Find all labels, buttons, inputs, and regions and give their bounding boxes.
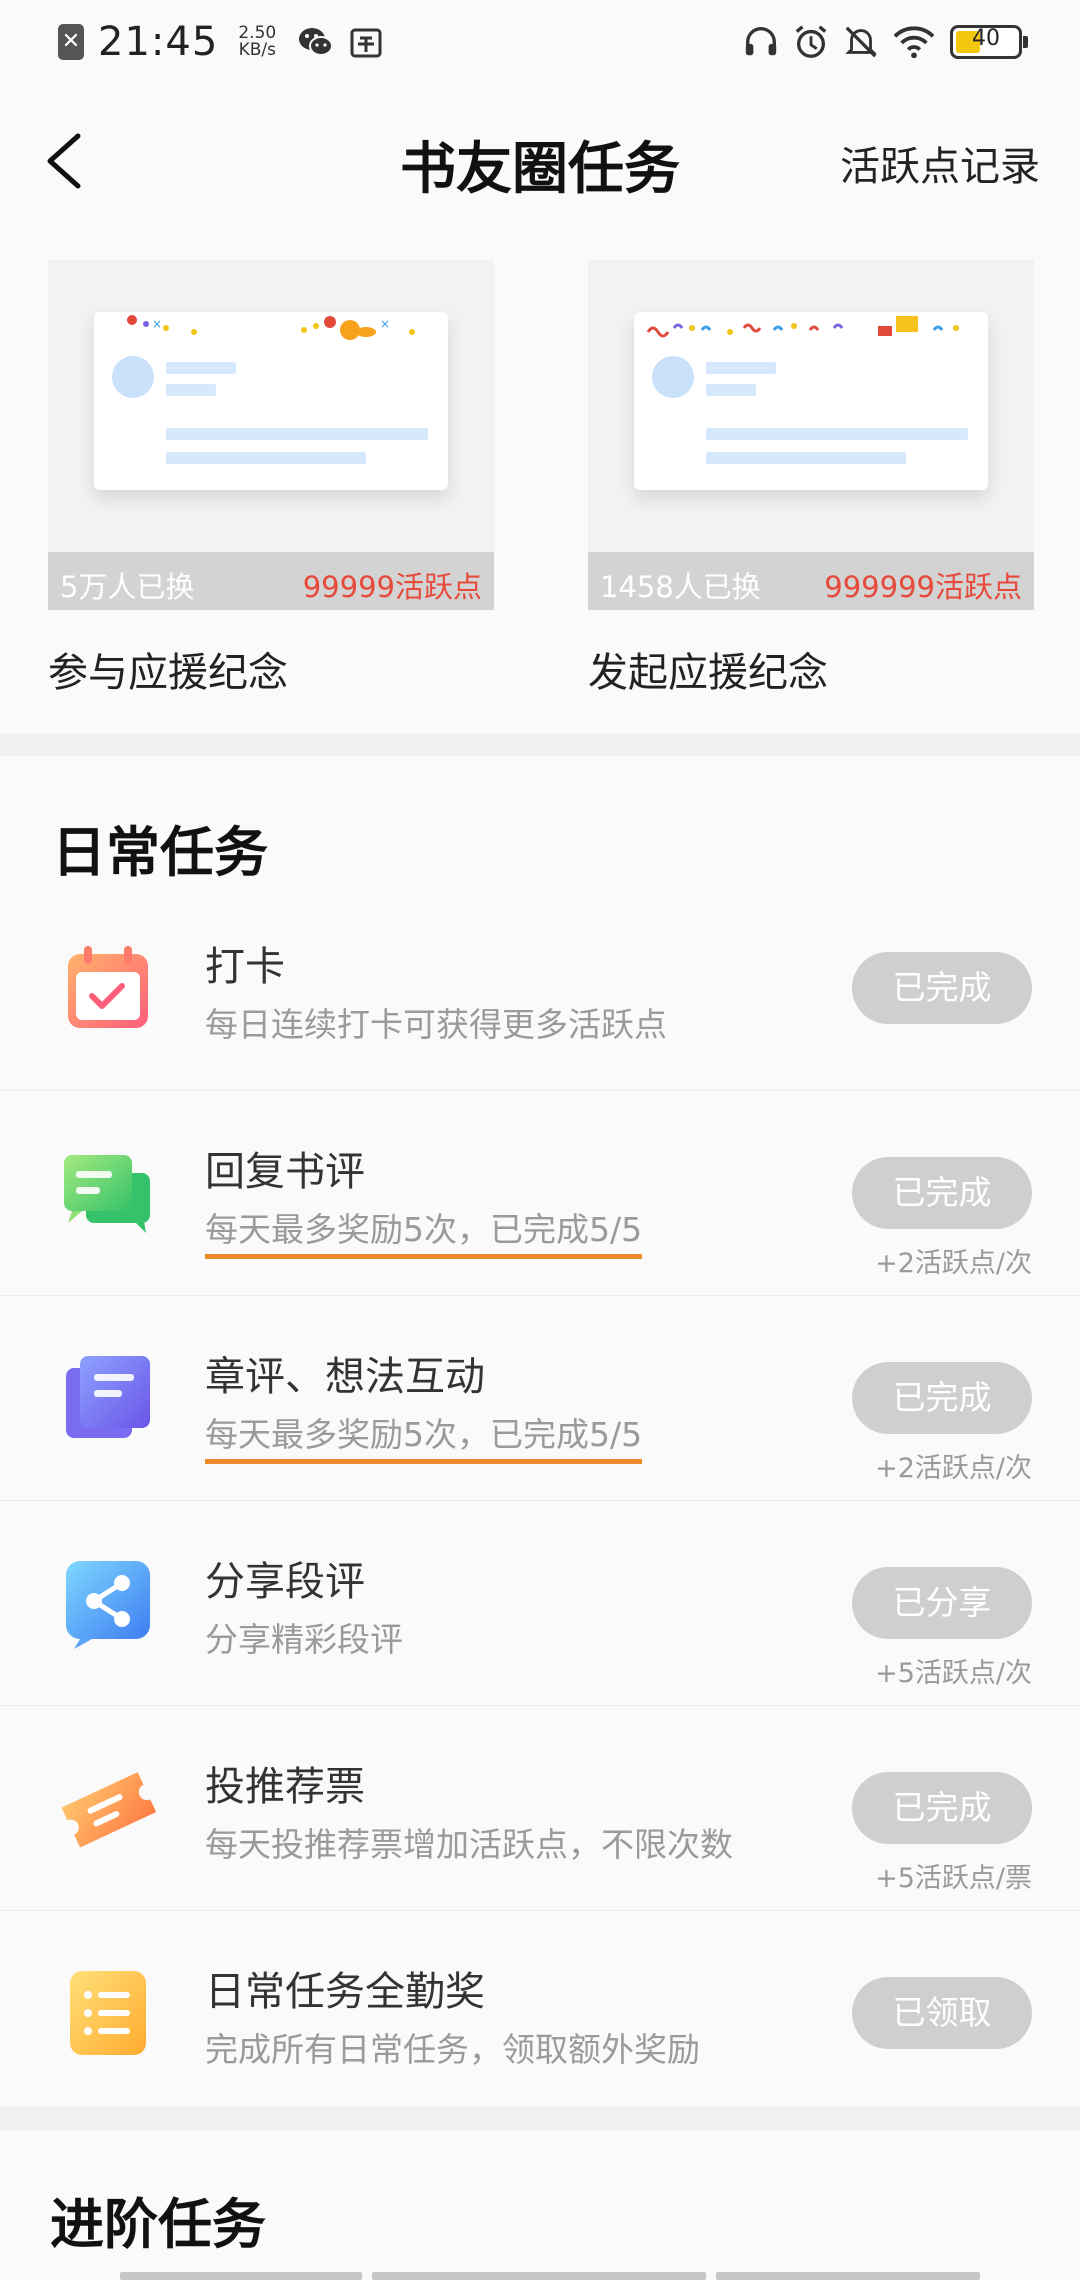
confetti-decoration: [646, 316, 959, 338]
wifi-icon: [893, 26, 935, 59]
task-name: 日常任务全勤奖: [205, 1969, 485, 2015]
task-name: 回复书评: [205, 1149, 365, 1195]
task-status-button[interactable]: 已完成: [852, 1362, 1032, 1434]
section-title: 进阶任务: [50, 2192, 266, 2256]
task-list: 打卡 每日连续打卡可获得更多活跃点 已完成 回复书评 每天最多奖励5次，已完成5…: [0, 886, 1080, 2116]
banner-label: 参与应援纪念: [48, 650, 288, 696]
svg-text:×: ×: [380, 317, 390, 331]
confetti-decoration: × ×: [127, 315, 415, 340]
task-name: 打卡: [205, 944, 285, 990]
task-reward: +5活跃点/次: [875, 1658, 1032, 1689]
task-reward: +2活跃点/次: [875, 1248, 1032, 1279]
reward-banners: × × 5万人已换 99999活跃点 参与应援纪念 1458人已换 999999…: [0, 234, 1080, 734]
battery-icon: 40: [950, 25, 1028, 59]
svg-text:×: ×: [152, 317, 162, 331]
task-desc: 分享精彩段评: [205, 1620, 403, 1659]
task-row: 分享段评 分享精彩段评 已分享 +5活跃点/次: [0, 1501, 1080, 1706]
banner-card[interactable]: 1458人已换 999999活跃点 发起应援纪念: [588, 260, 1034, 698]
advanced-tab-strip: [120, 2272, 980, 2280]
battery-level: 40: [972, 26, 1000, 51]
mute-bell-icon: [845, 26, 877, 58]
document-stack-icon: [66, 1356, 150, 1438]
headset-icon: [745, 27, 777, 56]
task-status-button[interactable]: 已领取: [852, 1977, 1032, 2049]
chat-bubbles-icon: [64, 1155, 150, 1233]
status-bar: ✕ 21:45 2.50 KB/s 40: [0, 0, 1080, 86]
task-name: 投推荐票: [205, 1764, 365, 1810]
task-row: 打卡 每日连续打卡可获得更多活跃点 已完成: [0, 886, 1080, 1091]
calendar-check-icon: [68, 946, 148, 1028]
task-name: 分享段评: [205, 1559, 365, 1605]
exchange-count: 5万人已换: [60, 570, 195, 604]
list-icon: [70, 1971, 146, 2055]
ticket-icon: [61, 1772, 157, 1848]
task-status-button[interactable]: 已完成: [852, 952, 1032, 1024]
banner-image: × × 5万人已换 99999活跃点: [48, 260, 494, 610]
share-icon: [66, 1561, 150, 1649]
task-name: 章评、想法互动: [205, 1354, 485, 1400]
task-desc: 每天最多奖励5次，已完成5/5: [205, 1203, 643, 1259]
task-status-button[interactable]: 已分享: [852, 1567, 1032, 1639]
points-cost: 99999活跃点: [302, 570, 482, 604]
net-speed: 2.50 KB/s: [238, 23, 277, 60]
banner-card[interactable]: × × 5万人已换 99999活跃点 参与应援纪念: [48, 260, 494, 698]
task-row: 回复书评 每天最多奖励5次，已完成5/5 已完成 +2活跃点/次: [0, 1091, 1080, 1296]
advanced-tasks-section: 进阶任务: [0, 2130, 1080, 2280]
task-reward: +5活跃点/票: [875, 1863, 1032, 1894]
task-desc: 完成所有日常任务，领取额外奖励: [205, 2030, 700, 2069]
task-row: 投推荐票 每天投推荐票增加活跃点，不限次数 已完成 +5活跃点/票: [0, 1706, 1080, 1911]
task-desc: 每天投推荐票增加活跃点，不限次数: [205, 1825, 733, 1864]
advanced-tab[interactable]: [716, 2272, 980, 2280]
close-notification-icon: ✕: [58, 24, 84, 60]
advanced-tab[interactable]: [120, 2272, 362, 2280]
task-status-button[interactable]: 已完成: [852, 1772, 1032, 1844]
task-status-button[interactable]: 已完成: [852, 1157, 1032, 1229]
banner-label: 发起应援纪念: [588, 650, 828, 696]
top-bar: 书友圈任务 活跃点记录: [0, 86, 1080, 234]
advanced-tab[interactable]: [372, 2272, 706, 2280]
task-row: 章评、想法互动 每天最多奖励5次，已完成5/5 已完成 +2活跃点/次: [0, 1296, 1080, 1501]
status-time: 21:45: [98, 19, 219, 65]
shop-icon: [350, 28, 382, 58]
task-desc: 每日连续打卡可获得更多活跃点: [205, 1005, 667, 1044]
task-desc: 每天最多奖励5次，已完成5/5: [205, 1408, 643, 1464]
activity-record-link[interactable]: 活跃点记录: [840, 134, 1040, 192]
exchange-count: 1458人已换: [600, 570, 761, 604]
task-row: 日常任务全勤奖 完成所有日常任务，领取额外奖励 已领取: [0, 1911, 1080, 2116]
daily-tasks-section: 日常任务 打卡 每日连续打卡可获得更多活跃点 已完成 回复书评 每天最多奖励5次…: [0, 756, 1080, 2106]
alarm-icon: [795, 25, 827, 58]
banner-image: 1458人已换 999999活跃点: [588, 260, 1034, 610]
points-cost: 999999活跃点: [824, 570, 1022, 604]
section-title: 日常任务: [52, 820, 268, 884]
wechat-icon: [299, 28, 334, 56]
task-reward: +2活跃点/次: [875, 1453, 1032, 1484]
